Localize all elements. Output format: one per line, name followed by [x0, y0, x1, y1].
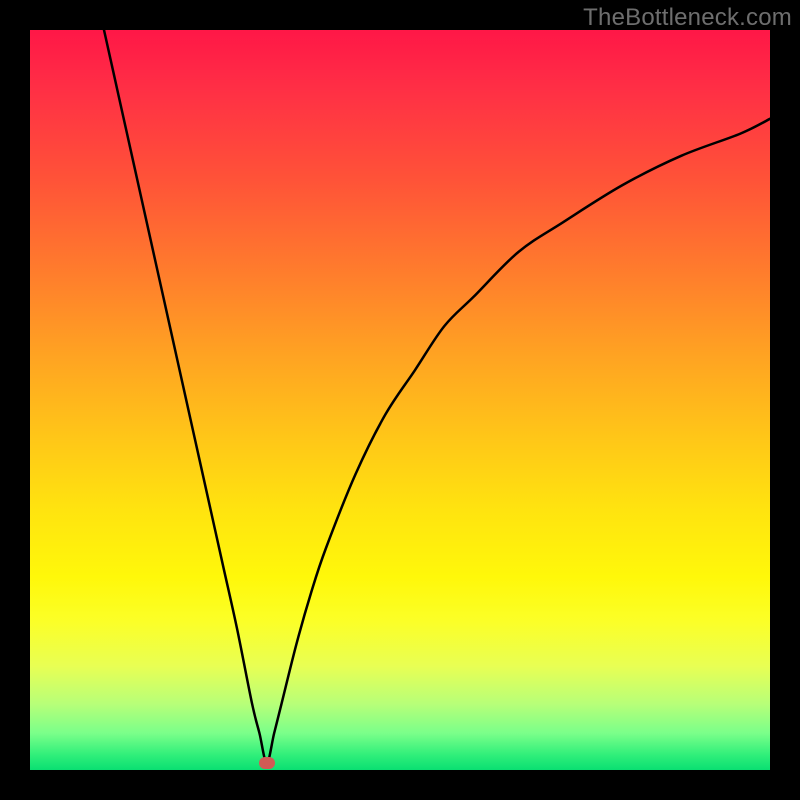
minimum-marker — [259, 757, 275, 769]
bottleneck-curve — [30, 30, 770, 770]
chart-frame: TheBottleneck.com — [0, 0, 800, 800]
chart-plot-area — [30, 30, 770, 770]
watermark-text: TheBottleneck.com — [583, 4, 792, 32]
